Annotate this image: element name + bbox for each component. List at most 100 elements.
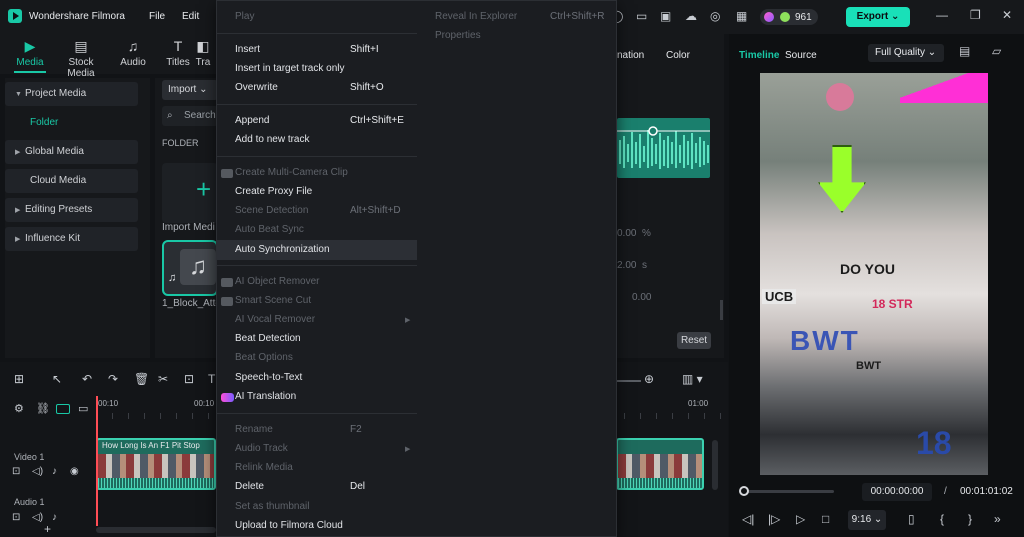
reset-button[interactable]: Reset [677,332,711,349]
menu-item-smart-scene-cut[interactable]: Smart Scene Cut [235,294,311,308]
menu-item-relink-media[interactable]: Relink Media [235,461,293,475]
menu-item-upload-cloud[interactable]: Upload to Filmora Cloud [235,519,343,533]
menu-item-ai-vocal-remover[interactable]: AI Vocal Remover [235,313,315,327]
track-lock-audio-icon[interactable]: ⊡ [12,512,20,523]
sidebar-item-project-media[interactable]: ▼ Project Media [5,82,138,106]
sidebar-item-global-media[interactable]: ▶ Global Media [5,140,138,164]
video-clip-continued[interactable] [616,438,704,490]
tab-audio[interactable]: ♫ Audio [110,38,156,68]
zoom-in-icon[interactable]: ⊕ [644,372,654,386]
cut-icon[interactable]: ✂ [158,372,168,386]
menu-item-properties[interactable]: Properties [435,29,481,43]
timeline-vertical-scrollbar[interactable] [712,440,718,490]
cloud-icon[interactable]: ☁ [685,9,697,23]
clip-title: How Long Is An F1 Pit Stop [102,441,200,450]
menu-item-scene-detection[interactable]: Scene Detection [235,204,308,218]
timeline-horizontal-scrollbar[interactable] [96,527,216,533]
delete-icon[interactable]: 🗑 [134,372,149,386]
import-button[interactable]: Import ⌄ [162,80,218,100]
stop-icon[interactable]: □ [822,512,829,526]
timeline-layout-icon[interactable]: ⊞ [14,372,24,386]
quality-select[interactable]: Full Quality ⌄ [868,44,944,62]
menu-item-auto-beat-sync[interactable]: Auto Beat Sync [235,223,304,237]
video-clip[interactable]: How Long Is An F1 Pit Stop [96,438,216,490]
tab-color[interactable]: Color [666,50,690,61]
playback-scrubber-handle[interactable] [739,486,749,496]
menu-item-add-new-track[interactable]: Add to new track [235,133,309,147]
menu-item-reveal-in-explorer[interactable]: Reveal In Explorer [435,10,517,24]
monitor-icon[interactable]: ▭ [636,9,647,23]
tab-animation[interactable]: nation [617,50,644,61]
aspect-ratio-select[interactable]: 9:16 ⌄ [848,510,886,530]
waveform-monitor-icon[interactable]: ▱ [992,44,1001,58]
add-track-icon[interactable]: + [44,522,51,536]
close-icon[interactable]: ✕ [1002,8,1012,22]
menu-item-multicam[interactable]: Create Multi-Camera Clip [235,166,348,180]
track-settings-icon[interactable]: ▥ ▾ [682,372,703,386]
sidebar-item-influence-kit[interactable]: ▶ Influence Kit [5,227,138,251]
menu-item-audio-track[interactable]: Audio Track [235,442,288,456]
menu-item-play[interactable]: Play [235,10,254,24]
track-mute-audio-icon[interactable]: ♪ [52,512,57,523]
tab-timeline[interactable]: Timeline [739,50,779,61]
tab-media[interactable]: ▶ Media [7,38,53,68]
zoom-slider[interactable] [617,380,641,382]
menu-item-create-proxy[interactable]: Create Proxy File [235,185,312,199]
crop-icon[interactable]: ⊡ [184,372,194,386]
more-icon[interactable]: » [994,512,1001,526]
tab-stock-media[interactable]: ▤ Stock Media [58,38,104,79]
minimize-icon[interactable]: — [936,8,948,22]
export-button[interactable]: Export ⌄ [846,7,910,27]
menu-item-auto-synchronization[interactable]: Auto Synchronization [235,243,330,257]
menu-item-beat-options[interactable]: Beat Options [235,351,293,365]
avatar[interactable] [764,12,774,22]
track-volume-video-icon[interactable]: ◁) [32,466,43,477]
sidebar-item-folder[interactable]: Folder [5,111,138,135]
menu-item-speech-to-text[interactable]: Speech-to-Text [235,371,302,385]
track-list-icon[interactable]: ▭ [78,402,88,415]
menu-item-ai-translation[interactable]: AI Translation [235,390,296,404]
menu-separator [217,104,417,105]
redo-icon[interactable]: ↷ [108,372,118,386]
tab-transitions[interactable]: ◧ Tra [188,38,218,68]
restore-icon[interactable]: ❐ [970,8,981,22]
credits-count: 961 [795,12,812,23]
headset-icon[interactable]: ◎ [710,9,720,23]
prev-frame-icon[interactable]: ◁| [742,512,754,526]
menu-item-insert[interactable]: Insert [235,43,260,57]
menu-item-delete[interactable]: Delete [235,480,264,494]
track-visible-icon[interactable]: ◉ [70,466,79,477]
menu-item-rename[interactable]: Rename [235,423,273,437]
step-forward-icon[interactable]: |▷ [768,512,780,526]
menu-item-insert-target-track[interactable]: Insert in target track only [235,62,345,76]
menu-item-beat-detection[interactable]: Beat Detection [235,332,301,346]
menu-item-ai-object-remover[interactable]: AI Object Remover [235,275,319,289]
mark-out-icon[interactable]: } [968,512,972,526]
tab-source[interactable]: Source [785,50,817,61]
menu-item-append[interactable]: Append [235,114,269,128]
select-tool-icon[interactable]: ↖ [52,372,62,386]
track-mute-video-icon[interactable]: ♪ [52,466,57,477]
track-lock-icon[interactable] [56,404,70,414]
mark-in-icon[interactable]: { [940,512,944,526]
menu-item-overwrite[interactable]: Overwrite [235,81,278,95]
snapshot-icon[interactable]: ▯ [908,512,915,526]
sidebar-item-editing-presets[interactable]: ▶ Editing Presets [5,198,138,222]
menu-item-set-thumbnail[interactable]: Set as thumbnail [235,500,310,514]
layout-grid-icon[interactable]: ▤ [959,44,970,58]
grid-icon[interactable]: ▦ [736,9,747,23]
property-scrollbar[interactable] [720,300,723,320]
track-volume-audio-icon[interactable]: ◁) [32,512,43,523]
settings-gear-icon[interactable]: ⚙ [14,402,24,415]
menu-file[interactable]: File [149,11,165,22]
menu-edit[interactable]: Edit [182,11,199,22]
play-icon[interactable]: ▷ [796,512,805,526]
text-tool-icon[interactable]: T [208,372,215,386]
undo-icon[interactable]: ↶ [82,372,92,386]
playback-scrubber-track[interactable] [742,490,834,493]
link-icon[interactable]: ⛓ [36,402,50,415]
playhead[interactable] [96,396,98,526]
save-icon[interactable]: ▣ [660,9,671,23]
sidebar-item-cloud-media[interactable]: Cloud Media [5,169,138,193]
track-lock-video-icon[interactable]: ⊡ [12,466,20,477]
